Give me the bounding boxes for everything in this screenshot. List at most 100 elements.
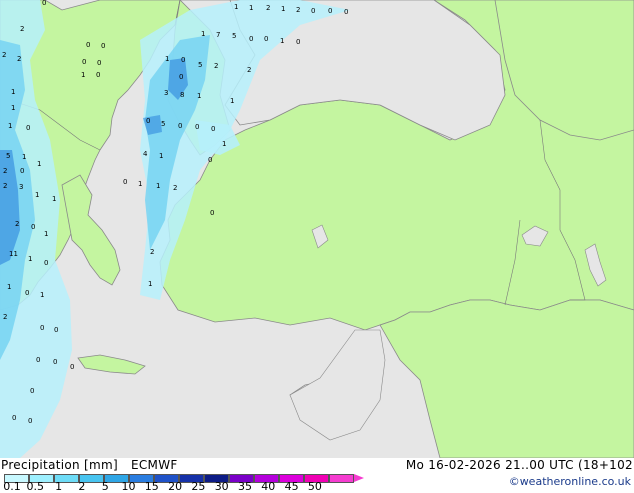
precip-value-label: 0	[101, 42, 105, 50]
legend-tick-label: 35	[238, 480, 252, 493]
precip-value-label: 5	[232, 32, 236, 40]
precip-value-label: 3	[19, 183, 23, 191]
precip-value-label: 3	[164, 89, 168, 97]
precip-value-label: 0	[96, 71, 100, 79]
map-canvas: 0 1 1 2 1 2 0 0 021 7 5 0 0 1 00 02 2 1 05 20 01 0201 3 8 1110 5 0…	[0, 0, 634, 458]
precip-value-label: 1	[138, 180, 142, 188]
precip-value-label: 2	[3, 313, 7, 321]
precip-value-label: 1	[281, 5, 285, 13]
precip-value-label: 1	[11, 104, 15, 112]
precip-value-label: 0	[328, 7, 332, 15]
precip-value-label: 1	[148, 280, 152, 288]
legend-tick-label: 10	[121, 480, 136, 493]
legend-tick-label: 15	[144, 480, 159, 493]
precip-value-label: 0	[208, 156, 212, 164]
precip-value-label: 0	[31, 223, 35, 231]
precip-value-label: 0	[264, 35, 268, 43]
precip-value-label: 0	[42, 0, 46, 7]
precip-value-label: 11	[9, 250, 18, 258]
precip-value-label: 1	[280, 37, 284, 45]
precip-value-label: 1	[44, 230, 48, 238]
precip-value-label: 2	[150, 248, 154, 256]
precip-value-label: 0	[26, 124, 30, 132]
precipitation-map: 0112120002175001000221052001020138111050…	[0, 0, 634, 458]
precip-value-label: 1	[81, 71, 85, 79]
legend-tick-label: 50	[307, 480, 322, 493]
precip-value-label: 1	[8, 122, 12, 130]
precip-value-label: 1	[201, 30, 205, 38]
precip-value-label: 1	[230, 97, 234, 105]
precip-value-label: 0	[25, 289, 29, 297]
legend-tick-label: 0.1	[3, 480, 21, 493]
precip-value-label: 0	[20, 167, 24, 175]
precip-value-label: 0	[179, 73, 183, 81]
precip-value-label: 2	[296, 6, 300, 14]
color-scale-ticks: 0.1 0.5 1 2 5 10 15 20 25 30 35 40 45 50	[0, 480, 340, 493]
precip-value-label: 0	[53, 358, 57, 366]
precip-value-label: 1	[234, 3, 238, 11]
precip-value-label: 2	[2, 51, 6, 59]
precip-value-label: 5	[6, 152, 10, 160]
precip-value-label: 1	[22, 153, 26, 161]
precip-value-label: 0	[30, 387, 34, 395]
precip-value-label: 0	[97, 59, 101, 67]
precip-value-label: 1	[52, 195, 56, 203]
precip-value-label: 0	[86, 41, 90, 49]
precip-value-label: 5	[161, 120, 165, 128]
precip-value-label: 0	[54, 326, 58, 334]
precip-value-label: 1	[249, 4, 253, 12]
precip-value-label: 2	[17, 55, 21, 63]
precip-value-label: 0	[146, 117, 150, 125]
legend-tick-label: 5	[101, 480, 109, 493]
precip-value-label: 5	[198, 61, 202, 69]
precip-value-label: 0	[311, 7, 315, 15]
legend-tick-label: 0.5	[26, 480, 45, 493]
legend-tick-label: 30	[214, 480, 229, 493]
legend-tick-label: 2	[78, 480, 86, 493]
precip-value-label: 0	[82, 58, 86, 66]
precip-value-label: 0	[211, 125, 215, 133]
precip-value-label: 4	[143, 150, 148, 158]
map-footer: Precipitation [mm] ECMWF Mo 16-02-2026 2…	[0, 458, 634, 493]
precip-value-label: 0	[123, 178, 127, 186]
precip-value-label: 0	[181, 56, 185, 64]
precip-value-label: 8	[180, 91, 184, 99]
precip-value-label: 1	[40, 291, 44, 299]
precip-value-label: 1	[197, 92, 201, 100]
precip-value-label: 1	[165, 55, 169, 63]
precip-value-label: 0	[44, 259, 48, 267]
precip-value-label: 0	[195, 123, 199, 131]
legend-tick-label: 45	[284, 480, 299, 493]
precip-value-label: 2	[3, 167, 7, 175]
precip-value-label: 1	[37, 160, 41, 168]
precip-value-label: 1	[11, 88, 15, 96]
legend-tick-label: 25	[191, 480, 206, 493]
credit-link[interactable]: ©weatheronline.co.uk	[509, 475, 631, 488]
legend-tick-label: 1	[55, 480, 63, 493]
precip-value-label: 0	[344, 8, 348, 16]
precip-value-label: 0	[36, 356, 40, 364]
precip-value-label: 2	[15, 220, 19, 228]
precip-value-label: 0	[70, 363, 74, 371]
precip-value-label: 2	[173, 184, 177, 192]
legend-tick-label: 20	[168, 480, 183, 493]
legend-tick-label: 40	[261, 480, 276, 493]
precip-value-label: 0	[28, 417, 32, 425]
precip-value-label: 0	[249, 35, 253, 43]
precip-value-label: 0	[210, 209, 214, 217]
precip-value-label: 2	[20, 25, 24, 33]
precip-value-label: 1	[28, 255, 32, 263]
precip-value-label: 1	[35, 191, 39, 199]
precip-value-label: 0	[40, 324, 44, 332]
precip-value-label: 1	[156, 182, 160, 190]
precip-value-label: 2	[214, 62, 218, 70]
precip-value-label: 1	[159, 152, 163, 160]
model-name: ECMWF	[131, 458, 178, 472]
precip-value-label: 0	[178, 122, 182, 130]
precip-value-label: 2	[266, 4, 270, 12]
precip-value-label: 0	[296, 38, 300, 46]
precip-value-label: 2	[3, 182, 7, 190]
precip-value-label: 2	[247, 66, 251, 74]
legend-title: Precipitation [mm]	[1, 458, 118, 472]
precip-value-label: 1	[7, 283, 11, 291]
